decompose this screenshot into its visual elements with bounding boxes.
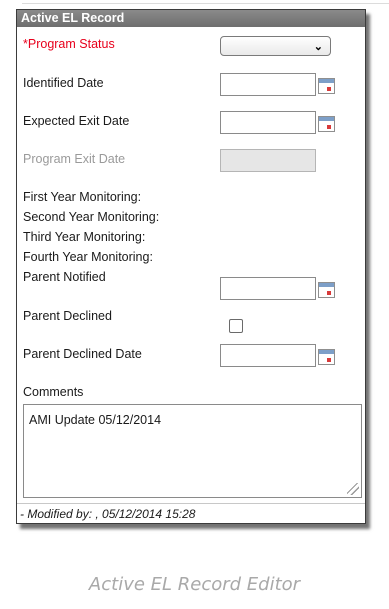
parent-declined-label: Parent Declined — [23, 309, 112, 323]
program-exit-date-label: Program Exit Date — [23, 152, 126, 166]
figure-caption: Active EL Record Editor — [88, 574, 301, 595]
top-divider — [22, 3, 389, 4]
chevron-down-icon: ⌄ — [313, 41, 323, 53]
parent-declined-checkbox[interactable] — [229, 319, 243, 333]
first-year-monitoring-label: First Year Monitoring: — [23, 190, 142, 204]
footer-divider — [17, 503, 365, 504]
calendar-icon[interactable] — [318, 349, 335, 365]
program-status-select[interactable]: ⌄ — [220, 36, 331, 56]
resize-grip-icon[interactable] — [347, 483, 359, 495]
comments-label: Comments — [23, 385, 84, 399]
expected-exit-date-input[interactable] — [220, 111, 316, 134]
second-year-monitoring-label: Second Year Monitoring: — [23, 210, 160, 224]
program-exit-date-input — [220, 149, 316, 172]
active-el-record-panel: Active EL Record *Program Status ⌄ Ident… — [16, 9, 366, 524]
program-status-label: *Program Status — [23, 37, 115, 51]
fourth-year-monitoring-label: Fourth Year Monitoring: — [23, 250, 153, 264]
modified-by-footer: - Modified by: , 05/12/2014 15:28 — [20, 507, 196, 521]
expected-exit-date-label: Expected Exit Date — [23, 114, 130, 128]
calendar-icon[interactable] — [318, 78, 335, 94]
third-year-monitoring-label: Third Year Monitoring: — [23, 230, 146, 244]
comments-text: AMI Update 05/12/2014 — [29, 413, 162, 427]
comments-textarea[interactable]: AMI Update 05/12/2014 — [23, 404, 362, 498]
calendar-icon[interactable] — [318, 282, 335, 298]
parent-notified-input[interactable] — [220, 277, 316, 300]
calendar-icon[interactable] — [318, 116, 335, 132]
identified-date-label: Identified Date — [23, 76, 104, 90]
parent-declined-date-label: Parent Declined Date — [23, 347, 142, 361]
identified-date-input[interactable] — [220, 73, 316, 96]
parent-notified-label: Parent Notified — [23, 270, 106, 284]
parent-declined-date-input[interactable] — [220, 344, 316, 367]
panel-title: Active EL Record — [17, 10, 365, 27]
